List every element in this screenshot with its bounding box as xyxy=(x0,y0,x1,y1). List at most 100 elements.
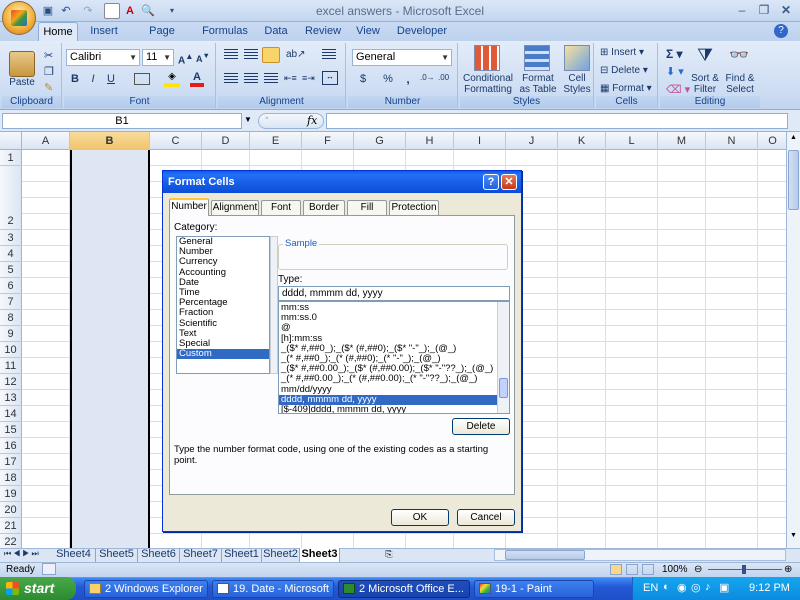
row-header[interactable]: 16 xyxy=(0,438,22,454)
row-header[interactable]: 5 xyxy=(0,262,22,278)
align-left-icon[interactable] xyxy=(224,73,238,85)
horizontal-scrollbar[interactable] xyxy=(494,549,786,561)
row-header[interactable]: 1 xyxy=(0,150,22,166)
insert-sheet-icon[interactable]: ⎘ xyxy=(380,549,398,561)
tray-icon-2[interactable]: ◉ xyxy=(677,581,687,594)
comma-button[interactable]: , xyxy=(402,71,414,87)
column-header[interactable]: K xyxy=(558,132,606,150)
row-header[interactable]: 10 xyxy=(0,342,22,358)
sheet-tab[interactable]: Sheet1 xyxy=(222,548,262,562)
scroll-up-icon[interactable]: ▲ xyxy=(788,134,799,146)
column-header[interactable]: O xyxy=(758,132,788,150)
row-header[interactable]: 21 xyxy=(0,518,22,534)
insert-function-button[interactable]: fx xyxy=(307,114,317,127)
font-size-combo[interactable]: 11 ▼ xyxy=(142,49,174,66)
row-header[interactable]: 20 xyxy=(0,502,22,518)
dialog-tab-protection[interactable]: Protection xyxy=(389,200,439,215)
tab-home[interactable]: Home xyxy=(38,22,78,41)
zoom-out-icon[interactable]: ⊖ xyxy=(694,564,702,575)
column-header[interactable]: E xyxy=(250,132,302,150)
delete-format-button[interactable]: Delete xyxy=(452,418,510,435)
row-header[interactable]: 18 xyxy=(0,470,22,486)
delete-cells-button[interactable]: ⊟ Delete ▾ xyxy=(600,65,648,76)
page-layout-view-icon[interactable] xyxy=(626,564,638,575)
dialog-tab-number[interactable]: Number xyxy=(169,198,209,216)
increase-indent-icon[interactable]: ≡⇥ xyxy=(302,73,315,84)
orientation-icon[interactable]: ab↗ xyxy=(286,49,306,60)
column-header[interactable]: F xyxy=(302,132,354,150)
wrap-text-icon[interactable] xyxy=(322,49,336,61)
autosum-icon[interactable]: Σ ▾ xyxy=(666,47,683,61)
sheet-tab[interactable]: Sheet7 xyxy=(180,548,222,562)
decrease-indent-icon[interactable]: ⇤≡ xyxy=(284,73,297,84)
row-header[interactable]: 12 xyxy=(0,374,22,390)
font-family-combo[interactable]: Calibri ▼ xyxy=(66,49,140,66)
tray-icon-1[interactable]: ◐ xyxy=(663,581,670,593)
shrink-font-icon[interactable]: A▼ xyxy=(196,51,210,64)
column-header[interactable]: A xyxy=(22,132,70,150)
decrease-decimal-icon[interactable]: .00 xyxy=(438,73,449,82)
volume-icon[interactable]: ♪ xyxy=(705,581,711,593)
format-as-table-icon[interactable] xyxy=(524,45,550,71)
language-indicator[interactable]: EN xyxy=(643,582,658,594)
close-icon[interactable]: ✕ xyxy=(774,1,798,19)
sheet-tab[interactable]: Sheet3 xyxy=(300,548,340,562)
type-item[interactable]: mm:ss.0 xyxy=(279,313,497,323)
column-header[interactable]: G xyxy=(354,132,406,150)
tab-review[interactable]: Review xyxy=(302,22,344,41)
row-header[interactable]: 15 xyxy=(0,422,22,438)
row-header[interactable]: 2 xyxy=(0,166,22,230)
tab-view[interactable]: View xyxy=(350,22,386,41)
conditional-formatting-button[interactable]: Conditional Formatting xyxy=(460,73,516,95)
currency-button[interactable]: $ xyxy=(354,71,372,87)
type-item[interactable]: [$-409]dddd, mmmm dd, yyyy xyxy=(279,404,497,413)
normal-view-icon[interactable] xyxy=(610,564,622,575)
sheet-tab[interactable]: Sheet4 xyxy=(52,548,96,562)
align-bottom-icon[interactable] xyxy=(262,47,280,63)
cell-styles-icon[interactable] xyxy=(564,45,590,71)
column-header[interactable]: M xyxy=(658,132,706,150)
dialog-help-button[interactable]: ? xyxy=(483,174,499,190)
formula-input[interactable] xyxy=(326,113,788,129)
row-header[interactable]: 6 xyxy=(0,278,22,294)
tab-developer[interactable]: Developer xyxy=(394,22,450,41)
ok-button[interactable]: OK xyxy=(391,509,449,526)
horizontal-scroll-thumb[interactable] xyxy=(505,550,585,560)
row-header[interactable]: 19 xyxy=(0,486,22,502)
vertical-scrollbar[interactable]: ▲ ▼ xyxy=(786,132,800,548)
align-top-icon[interactable] xyxy=(224,49,238,61)
conditional-formatting-icon[interactable] xyxy=(474,45,500,71)
sheet-nav-icons[interactable]: ⏮◀▶⏭ xyxy=(4,549,41,559)
category-item[interactable]: Fraction xyxy=(177,308,269,318)
type-item[interactable]: _(* #,##0.00_);_(* (#,##0.00);_(* "-"??_… xyxy=(279,374,497,384)
copy-icon[interactable]: ❐ xyxy=(44,65,54,78)
type-scrollbar[interactable] xyxy=(497,302,509,413)
align-middle-icon[interactable] xyxy=(244,49,258,61)
page-break-view-icon[interactable] xyxy=(642,564,654,575)
type-input[interactable]: dddd, mmmm dd, yyyy xyxy=(278,286,510,301)
binoculars-icon[interactable]: 👓 xyxy=(728,45,750,69)
sort-filter-button[interactable]: Sort & Filter xyxy=(686,73,724,95)
category-scrollbar[interactable] xyxy=(270,236,278,374)
row-header[interactable]: 11 xyxy=(0,358,22,374)
macro-record-icon[interactable] xyxy=(42,563,56,575)
column-header[interactable]: J xyxy=(506,132,558,150)
view-buttons[interactable] xyxy=(610,564,656,575)
row-header[interactable]: 13 xyxy=(0,390,22,406)
borders-icon[interactable] xyxy=(134,73,150,85)
dialog-tab-alignment[interactable]: Alignment xyxy=(211,200,259,215)
percent-button[interactable]: % xyxy=(380,71,396,87)
column-header[interactable]: I xyxy=(454,132,506,150)
category-item[interactable]: Custom xyxy=(177,348,269,360)
column-header[interactable]: B xyxy=(70,132,150,150)
restore-icon[interactable]: ❐ xyxy=(752,1,776,19)
office-button[interactable] xyxy=(2,1,36,35)
taskbar-item-office[interactable]: 2 Microsoft Office E... xyxy=(338,580,470,598)
number-format-combo[interactable]: General ▼ xyxy=(352,49,452,66)
row-header[interactable]: 7 xyxy=(0,294,22,310)
row-header[interactable]: 3 xyxy=(0,230,22,246)
align-right-icon[interactable] xyxy=(264,73,278,85)
taskbar-item-date[interactable]: 19. Date - Microsoft ... xyxy=(212,580,334,598)
minimize-icon[interactable]: – xyxy=(730,1,754,19)
cell-styles-button[interactable]: Cell Styles xyxy=(560,73,594,95)
